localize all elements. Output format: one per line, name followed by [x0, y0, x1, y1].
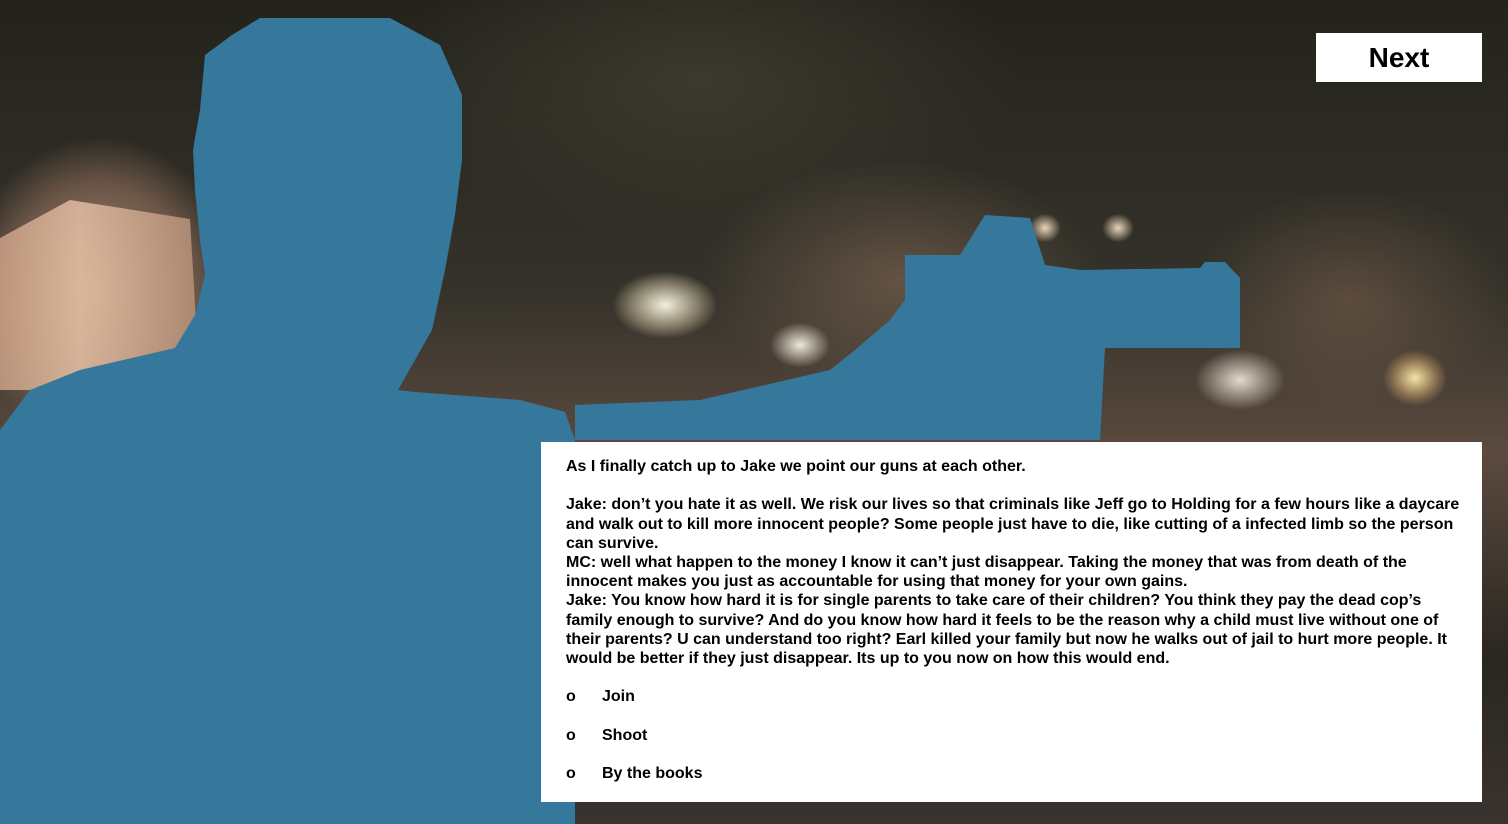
choice-label: Shoot — [602, 726, 648, 744]
choice-bullet: o — [566, 688, 576, 706]
dialog-intro: As I finally catch up to Jake we point o… — [566, 458, 1026, 475]
choice-bullet: o — [566, 765, 576, 783]
dialog-line-jake-2: Jake: You know how hard it is for single… — [566, 592, 1447, 668]
choice-shoot[interactable]: o Shoot — [566, 726, 1462, 745]
dialog-spacer — [566, 476, 1462, 495]
choice-label: Join — [602, 688, 635, 706]
dialog-line-jake-1: Jake: don’t you hate it as well. We risk… — [566, 496, 1460, 552]
dialog-line-mc: MC: well what happen to the money I know… — [566, 554, 1407, 591]
dialog-box: As I finally catch up to Jake we point o… — [541, 442, 1482, 802]
choice-label: By the books — [602, 765, 703, 783]
choice-join[interactable]: o Join — [566, 687, 1462, 706]
dialog-spacer — [566, 668, 1462, 687]
next-button[interactable]: Next — [1316, 33, 1482, 82]
choice-by-the-books[interactable]: o By the books — [566, 764, 1462, 783]
choice-bullet: o — [566, 726, 576, 744]
